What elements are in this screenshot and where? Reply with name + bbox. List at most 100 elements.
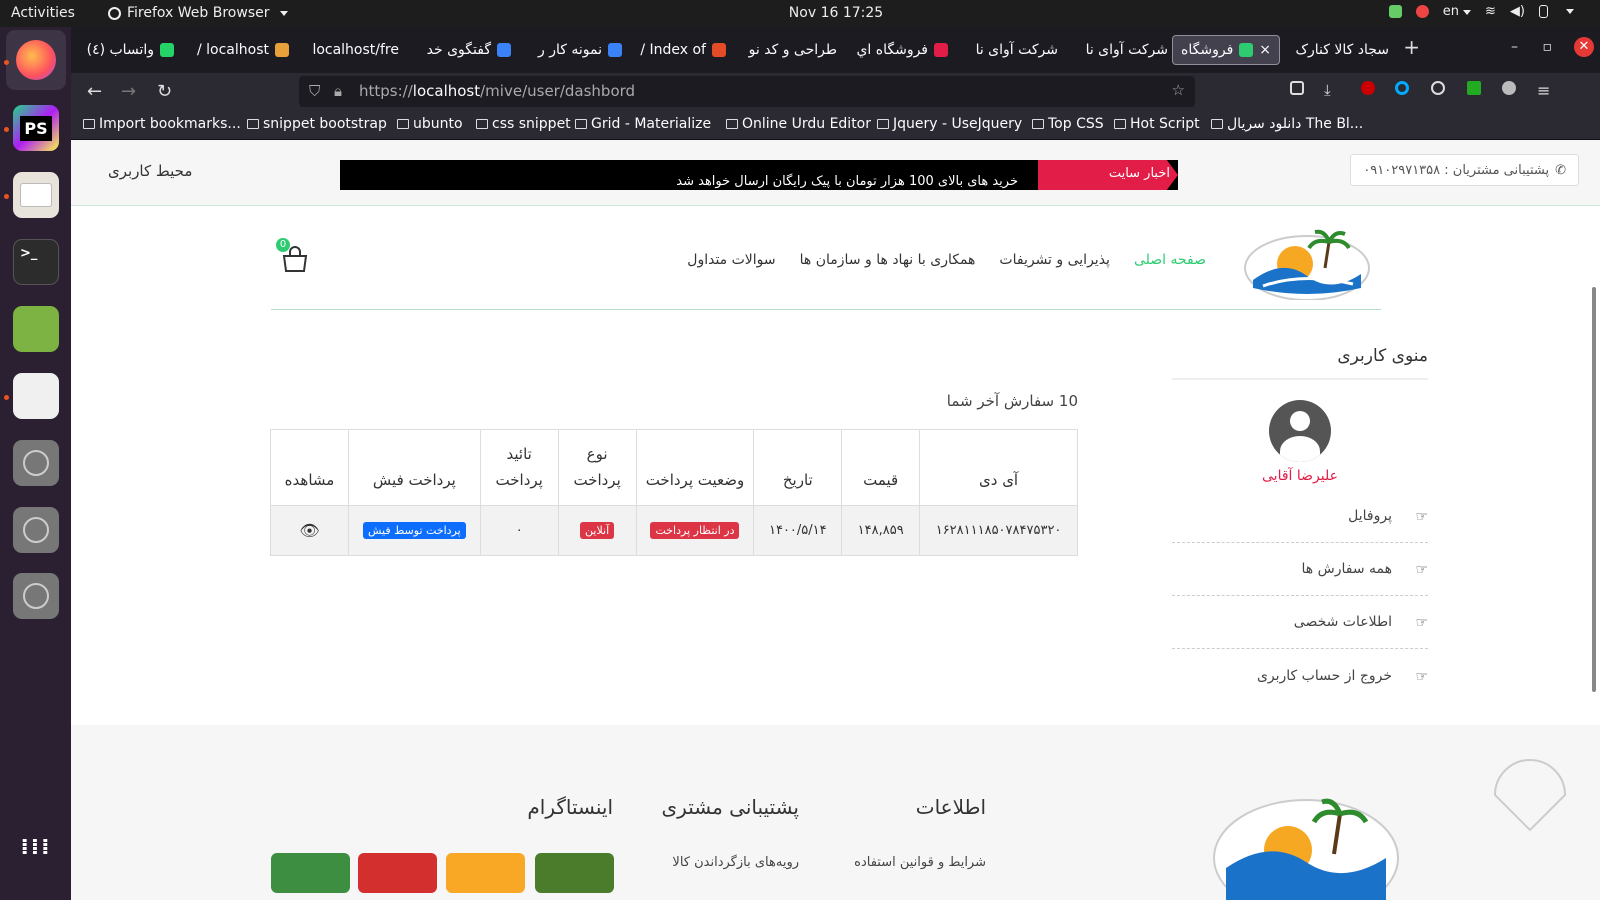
page-scrollbar[interactable] <box>1592 287 1596 692</box>
orders-table: آی دی قیمت تاریخ وضعیت پرداخت نوع پرداخت تائی… <box>270 429 1078 556</box>
site-logo[interactable] <box>1243 228 1371 300</box>
tab[interactable]: واتساب (٤) <box>79 35 174 65</box>
folder-icon <box>83 119 95 129</box>
site-header: صفحه اصلی پذیرایی و تشریفات همکاری با نهاد… <box>271 224 1381 310</box>
hamburger-menu-icon[interactable]: ≡ <box>1537 81 1550 100</box>
customer-support: ✆ پشتیبانی مشتریان : ۰۹۱۰۲۹۷۱۳۵۸ <box>1350 154 1579 186</box>
tab-label: سجاد کالا کنارک <box>1295 42 1389 58</box>
tab[interactable]: شرکت آوای نا <box>958 35 1058 65</box>
sidebar-item[interactable]: ☞ همه سفارش ها <box>1172 543 1428 596</box>
tab-strip: – ▫ ✕ + واتساب (٤) localhost / localhost/f… <box>71 27 1600 73</box>
tab[interactable]: نمونه کار ر <box>522 35 622 65</box>
tab-label: واتساب (٤) <box>86 42 154 58</box>
bookmark-label: Grid - Materialize <box>591 116 712 132</box>
firefox-dock-icon[interactable] <box>6 30 66 90</box>
tracking-shield-icon[interactable]: ⛉ <box>309 82 320 100</box>
colorzilla-icon[interactable] <box>1395 81 1409 95</box>
tab[interactable]: شرکت آوای نا <box>1068 35 1168 65</box>
system-tray[interactable]: en ≋ ◀) <box>1388 4 1574 19</box>
instagram-thumb[interactable] <box>358 853 437 893</box>
close-tab-icon[interactable]: × <box>1259 42 1271 58</box>
payment-confirm: ۰ <box>479 505 559 556</box>
new-tab-button[interactable]: + <box>1403 35 1420 59</box>
disk-dock-icon[interactable] <box>13 507 59 553</box>
document-viewer-dock-icon[interactable] <box>13 373 59 419</box>
bookmark-star-icon[interactable]: ☆ <box>1172 81 1185 99</box>
pocket-icon[interactable] <box>1290 81 1304 95</box>
text-editor-dock-icon[interactable] <box>13 306 59 352</box>
column-header: مشاهده <box>270 429 349 506</box>
lock-icon[interactable]: 🔒︎ <box>334 82 342 100</box>
language-indicator[interactable]: en <box>1443 4 1472 19</box>
pay-by-receipt-button[interactable]: پرداخت توسط فیش <box>363 522 466 539</box>
battery-icon[interactable] <box>1539 5 1548 18</box>
instagram-thumb[interactable] <box>446 853 525 893</box>
favicon-icon <box>712 43 726 57</box>
clock[interactable]: Nov 16 17:25 <box>0 5 1600 21</box>
disk-dock-icon[interactable] <box>13 440 59 486</box>
disk-dock-icon[interactable] <box>13 573 59 619</box>
bookmark-item[interactable]: Grid - Materialize <box>575 116 711 132</box>
bookmark-item[interactable]: Import bookmarks... <box>83 116 241 132</box>
bookmark-item[interactable]: Online Urdu Editor <box>726 116 871 132</box>
address-bar[interactable]: ⛉ 🔒︎ https://localhost/mive/user/dashbor… <box>299 76 1195 107</box>
close-window-button[interactable]: ✕ <box>1574 37 1594 57</box>
downloads-icon[interactable]: ⤓ <box>1324 81 1331 99</box>
tab[interactable]: localhost / <box>189 35 289 65</box>
cart-button[interactable]: 0 <box>276 238 309 272</box>
ublock-icon[interactable] <box>1361 81 1375 95</box>
extension-icon[interactable] <box>1431 81 1445 95</box>
nav-link[interactable]: صفحه اصلی <box>1134 252 1206 268</box>
sidebar-item[interactable]: ☞ اطلاعات شخصی <box>1172 596 1428 649</box>
tab[interactable]: فروشگاه اي <box>848 35 948 65</box>
chevron-down-icon <box>1463 10 1472 15</box>
shield-icon[interactable] <box>1388 5 1402 18</box>
extension-icon[interactable] <box>1467 81 1481 95</box>
reload-button[interactable]: ↻ <box>157 81 172 102</box>
tab[interactable]: localhost/fre <box>299 35 399 65</box>
bookmark-item[interactable]: css snippet <box>476 116 571 132</box>
bookmark-item[interactable]: Jquery - UseJquery <box>877 116 1022 132</box>
user-zone-link[interactable]: محیط کاربری <box>108 162 192 180</box>
bookmark-item[interactable]: Top CSS <box>1032 116 1104 132</box>
notification-icon[interactable] <box>1415 5 1429 18</box>
instagram-thumb[interactable] <box>535 853 614 893</box>
instagram-thumb[interactable] <box>271 853 350 893</box>
eye-icon[interactable]: 👁︎ <box>299 521 319 540</box>
minimize-button[interactable]: – <box>1511 39 1518 55</box>
folder-icon <box>397 119 409 129</box>
table-row: ۱۶۲۸۱۱۱۸۵۰۷۸۴۷۵۳۲۰ ۱۴۸,۸۵۹ ۱۴۰۰/۵/۱۴ در … <box>270 505 1078 556</box>
bookmark-item[interactable]: snippet bootstrap <box>247 116 387 132</box>
app-grid-icon[interactable]: ⁞⁞⁞ <box>13 825 59 871</box>
chevron-down-icon[interactable] <box>1566 9 1574 14</box>
favicon-icon <box>608 43 622 57</box>
tab[interactable]: سجاد کالا کنارک <box>1289 35 1389 65</box>
bookmark-item[interactable]: دانلود سریال The Bl... <box>1211 116 1363 132</box>
hand-pointer-icon: ☞ <box>1415 668 1428 685</box>
volume-icon[interactable]: ◀) <box>1510 4 1525 19</box>
nav-link[interactable]: همکاری با نهاد ها و سازمان ها <box>800 252 976 268</box>
column-header: وضعیت پرداخت <box>635 429 755 506</box>
sidebar-item[interactable]: ☞ خروج از حساب کاربری <box>1172 649 1428 702</box>
files-dock-icon[interactable] <box>13 172 59 218</box>
tab[interactable]: گفتگوی خد <box>411 35 511 65</box>
wifi-icon[interactable]: ≋ <box>1485 4 1496 19</box>
tab-active[interactable]: × فروشگاه <box>1172 35 1280 65</box>
maximize-button[interactable]: ▫ <box>1543 39 1553 55</box>
nav-link[interactable]: پذیرایی و تشریفات <box>999 252 1110 268</box>
terminal-dock-icon[interactable]: >_ <box>13 239 59 285</box>
forward-button[interactable]: → <box>121 81 136 102</box>
phpstorm-dock-icon[interactable]: PS <box>13 105 59 151</box>
extension-icon[interactable] <box>1502 81 1516 95</box>
back-button[interactable]: ← <box>87 81 102 102</box>
footer-link-terms[interactable]: شرایط و قوانین استفاده <box>854 855 986 870</box>
nav-link[interactable]: سوالات متداول <box>687 252 775 268</box>
bookmark-item[interactable]: ubunto <box>397 116 463 132</box>
tab[interactable]: طراحی و کد نو <box>737 35 837 65</box>
bookmark-item[interactable]: Hot Script <box>1114 116 1200 132</box>
tab[interactable]: Index of / <box>631 35 726 65</box>
sidebar-item[interactable]: ☞ پروفایل <box>1172 490 1428 543</box>
footer-link-returns[interactable]: رویه‌های بازگرداندن کالا <box>672 855 799 870</box>
payment-type-badge: آنلاین <box>580 522 615 539</box>
order-id: ۱۶۲۸۱۱۱۸۵۰۷۸۴۷۵۳۲۰ <box>919 505 1078 556</box>
